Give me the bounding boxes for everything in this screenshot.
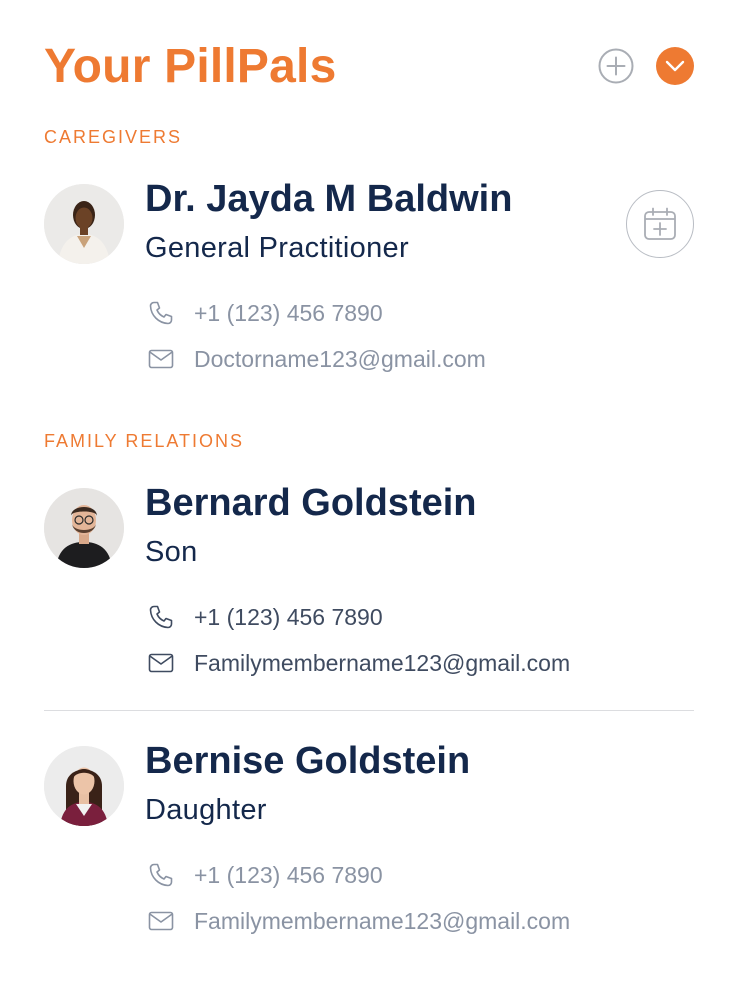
section-label-family: FAMILY RELATIONS — [44, 431, 245, 451]
collapse-button[interactable] — [656, 47, 694, 85]
phone-number: +1 (123) 456 7890 — [194, 603, 383, 630]
contact-card[interactable]: Bernard Goldstein Son +1 (123) 456 7890 … — [44, 482, 694, 688]
phone-number: +1 (123) 456 7890 — [194, 861, 383, 888]
avatar — [44, 488, 124, 568]
mail-icon — [148, 650, 174, 676]
email-address: Familymembername123@gmail.com — [194, 649, 571, 676]
contact-card[interactable]: Dr. Jayda M Baldwin General Practitioner… — [44, 178, 694, 384]
contact-email[interactable]: Familymembername123@gmail.com — [148, 906, 570, 936]
plus-circle-icon — [598, 48, 634, 84]
contact-phone[interactable]: +1 (123) 456 7890 — [148, 298, 383, 328]
add-pal-button[interactable] — [598, 48, 634, 84]
email-address: Familymembername123@gmail.com — [194, 907, 571, 934]
calendar-add-icon — [644, 207, 676, 240]
contact-phone[interactable]: +1 (123) 456 7890 — [148, 860, 383, 890]
contact-name: Dr. Jayda M Baldwin — [145, 178, 513, 220]
contact-phone[interactable]: +1 (123) 456 7890 — [148, 602, 383, 632]
phone-icon — [148, 862, 174, 888]
header-actions — [598, 47, 694, 85]
section-label-caregivers: CAREGIVERS — [44, 127, 183, 147]
avatar — [44, 184, 124, 264]
email-address: Doctorname123@gmail.com — [194, 345, 486, 372]
contact-name: Bernise Goldstein — [145, 740, 471, 782]
contact-card[interactable]: Bernise Goldstein Daughter +1 (123) 456 … — [44, 740, 694, 946]
phone-icon — [148, 604, 174, 630]
divider — [44, 710, 694, 711]
schedule-appointment-button[interactable] — [626, 190, 694, 258]
contact-role: General Practitioner — [145, 232, 409, 264]
mail-icon — [148, 908, 174, 934]
contact-name: Bernard Goldstein — [145, 482, 477, 524]
mail-icon — [148, 346, 174, 372]
contact-role: Son — [145, 536, 198, 568]
phone-number: +1 (123) 456 7890 — [194, 299, 383, 326]
page-title: Your PillPals — [44, 39, 337, 93]
chevron-down-icon — [665, 60, 685, 72]
phone-icon — [148, 300, 174, 326]
header: Your PillPals — [44, 36, 694, 96]
contact-email[interactable]: Doctorname123@gmail.com — [148, 344, 486, 374]
contact-email[interactable]: Familymembername123@gmail.com — [148, 648, 570, 678]
pillpals-screen: Your PillPals CAREGIVERS Dr. Jayda M Bal… — [0, 0, 740, 982]
contact-role: Daughter — [145, 794, 267, 826]
avatar — [44, 746, 124, 826]
